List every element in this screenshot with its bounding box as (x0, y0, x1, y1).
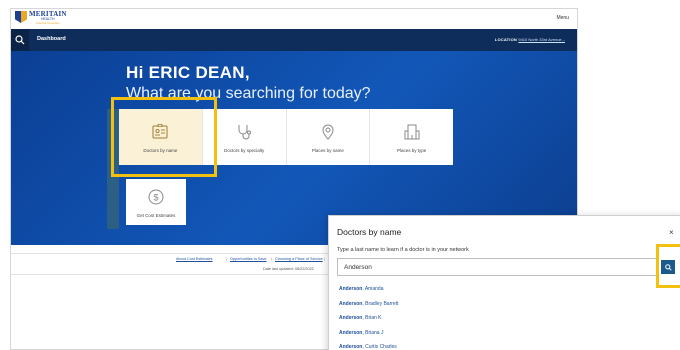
tile-label: Get Cost Estimates (136, 212, 176, 218)
stethoscope-icon (234, 122, 254, 142)
highlight-box (111, 97, 217, 177)
greeting: Hi ERIC DEAN, (126, 63, 250, 82)
nav-title[interactable]: Dashboard (37, 36, 66, 42)
tile-cost-estimates[interactable]: $ Get Cost Estimates (126, 179, 186, 225)
list-item[interactable]: Anderson, Brian K (339, 315, 659, 330)
list-item[interactable]: Anderson, Briana J (339, 330, 659, 345)
result-rest: , Amanda (362, 286, 384, 292)
highlight-box (656, 244, 680, 288)
map-pin-icon (318, 122, 338, 142)
last-updated: Date last updated: 08/22/2022 (263, 267, 314, 271)
result-rest: , Brian K (362, 315, 382, 321)
nav-bar: Dashboard LOCATION 9410 North 33rd Avenu… (11, 29, 577, 51)
result-match: Anderson (339, 344, 363, 350)
location-link[interactable]: 9410 North 33rd Avenue... (518, 37, 565, 42)
modal-title: Doctors by name (337, 227, 402, 237)
tile-places-by-type[interactable]: Places by type (370, 109, 453, 165)
meritain-logo[interactable]: MERITAIN HEALTH A Aetna Company (15, 11, 67, 25)
result-rest: , Curtis Charles (362, 344, 397, 350)
footer-link-opportunities[interactable]: Opportunities to Save (230, 257, 267, 261)
footer-link-cost-estimates[interactable]: About Cost Estimates (176, 257, 213, 261)
result-match: Anderson (339, 300, 363, 307)
results-list: Anderson, Amanda Anderson, Bradley Barre… (339, 286, 659, 350)
dollar-icon: $ (146, 187, 166, 207)
tile-places-by-name[interactable]: Places by name (287, 109, 371, 165)
result-rest: , Bradley Barrett (362, 300, 399, 307)
result-match: Anderson (339, 329, 363, 336)
tile-label: Places by type (396, 147, 427, 153)
tile-label: Places by name (311, 147, 344, 153)
logo-tagline: A Aetna Company (35, 20, 60, 25)
result-match: Anderson (339, 315, 363, 321)
top-bar: MERITAIN HEALTH A Aetna Company Menu (11, 9, 577, 29)
result-rest: , Briana J (362, 329, 384, 336)
doctor-search-input[interactable]: Anderson (337, 258, 657, 276)
doctors-by-name-modal: Doctors by name × Type a last name to le… (328, 215, 680, 350)
footer-separator: | (226, 257, 227, 261)
result-match: Anderson (339, 286, 363, 292)
tile-label: Doctors by specialty (223, 147, 265, 153)
building-icon (402, 122, 422, 142)
close-icon[interactable]: × (669, 228, 674, 237)
menu-button[interactable]: Menu (556, 15, 569, 21)
svg-text:$: $ (153, 192, 158, 202)
list-item[interactable]: Anderson, Bradley Barrett (339, 301, 659, 316)
search-hint: Type a last name to learn if a doctor is… (337, 247, 469, 253)
footer-link-place-of-service[interactable]: Choosing a Place of Service (275, 257, 323, 261)
location-label: LOCATION (494, 37, 517, 42)
footer-separator: | (324, 257, 325, 261)
list-item[interactable]: Anderson, Amanda (339, 286, 659, 301)
search-input-value: Anderson (344, 264, 372, 271)
list-item[interactable]: Anderson, Curtis Charles (339, 344, 659, 350)
shield-logo-icon (15, 11, 27, 25)
footer-separator: | (271, 257, 272, 261)
search-icon[interactable] (11, 29, 29, 51)
